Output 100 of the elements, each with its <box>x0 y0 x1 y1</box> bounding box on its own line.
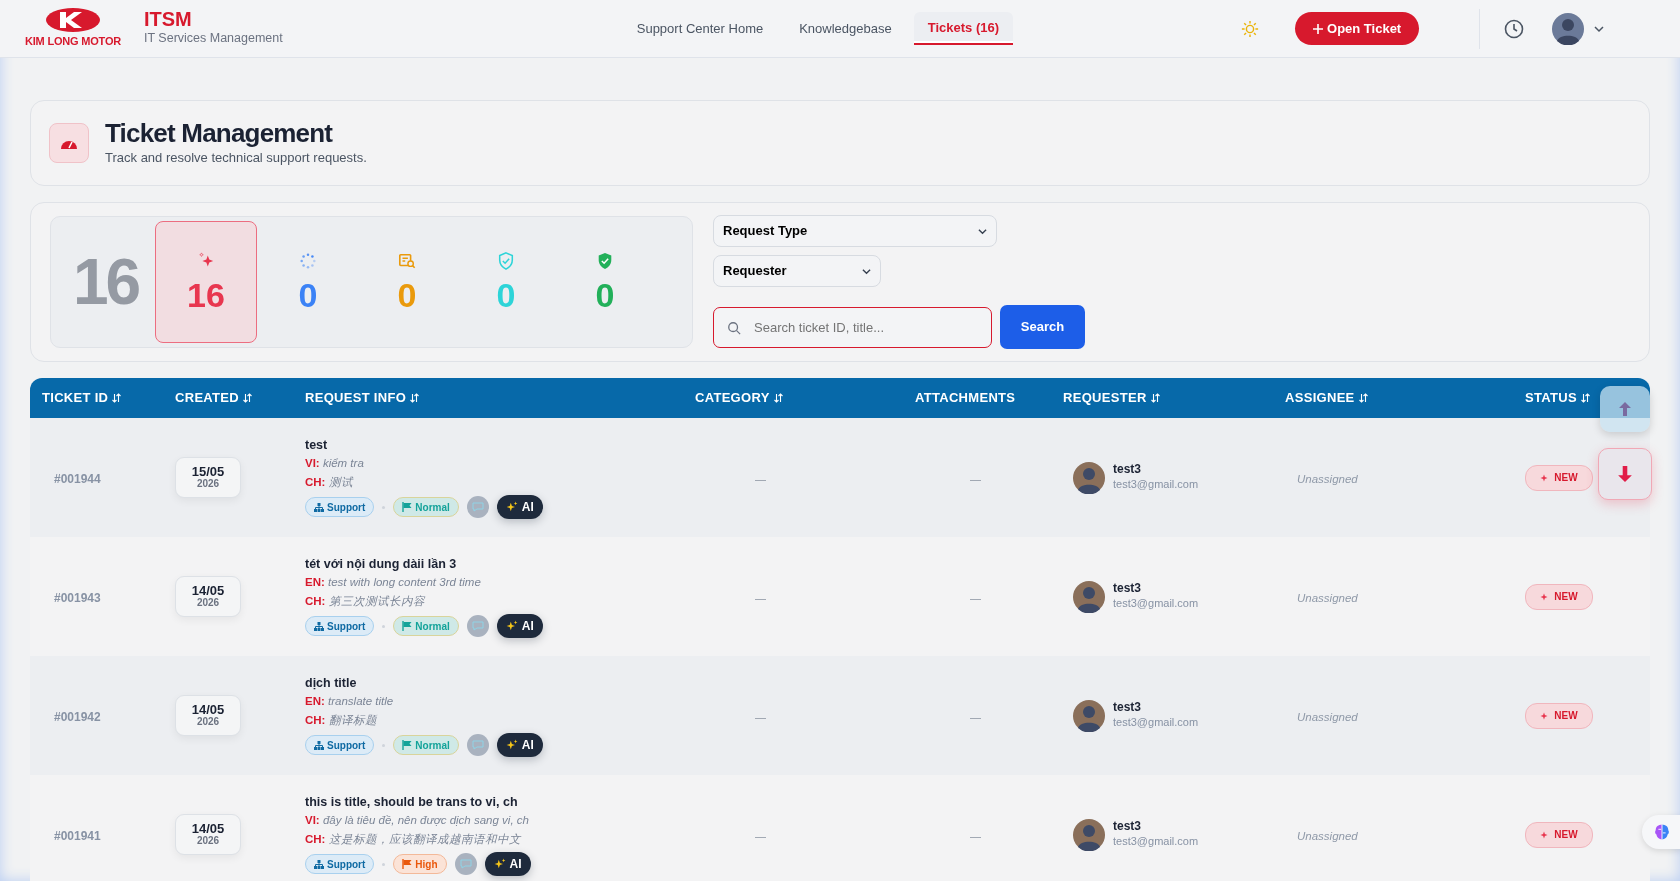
requester-email: test3@gmail.com <box>1113 714 1199 730</box>
filter-dropdown[interactable]: Requester <box>713 255 881 287</box>
brain-icon <box>1653 823 1671 841</box>
sort-icon[interactable] <box>773 393 783 403</box>
separator-dot <box>382 624 386 628</box>
type-tag: Support <box>305 854 375 875</box>
ai-button[interactable]: AI <box>496 614 543 639</box>
sort-icon[interactable] <box>1150 393 1160 403</box>
column-header[interactable]: STATUS <box>1525 388 1590 408</box>
date-day: 15/05 <box>191 465 225 480</box>
avatar-icon <box>1073 580 1105 613</box>
caret-icon <box>978 226 987 236</box>
column-header[interactable]: REQUEST INFO <box>305 388 420 408</box>
translation-line: CH: 翻译标题 <box>305 712 378 728</box>
assignee-cell: Unassigned <box>1297 829 1358 842</box>
scroll-up-button[interactable] <box>1600 386 1650 432</box>
stat-card[interactable]: 16 <box>155 221 257 343</box>
attachments-cell: — <box>970 591 981 604</box>
translation-line: VI: đây là tiêu đề, nên được dịch sang vi, ch <box>305 813 530 829</box>
open-ticket-button[interactable]: Open Ticket <box>1295 11 1420 46</box>
translation-line: VI: kiểm tra <box>305 456 365 472</box>
nav-link[interactable]: Knowledgebase <box>785 11 906 46</box>
avatar-icon <box>1073 699 1105 732</box>
scroll-down-button[interactable] <box>1598 448 1652 500</box>
hierarchy-icon <box>314 502 324 512</box>
page-subtitle: Track and resolve technical support requests. <box>105 148 367 167</box>
shield-check-icon <box>497 252 515 270</box>
ai-button[interactable]: AI <box>484 852 531 877</box>
requester-email: test3@gmail.com <box>1113 833 1199 849</box>
ticket-title[interactable]: test <box>305 435 695 455</box>
attachments-cell: — <box>970 472 981 485</box>
translation-line: CH: 第三次测试长内容 <box>305 593 426 609</box>
total-count: 16 <box>73 245 140 320</box>
translation-line: EN: test with long content 3rd time <box>305 575 482 591</box>
status-badge: NEW <box>1525 702 1593 729</box>
status-badge: NEW <box>1525 821 1593 848</box>
app-subtitle: IT Services Management <box>144 30 283 48</box>
priority-tag: Normal <box>393 616 459 637</box>
nav-link[interactable]: Support Center Home <box>622 11 778 46</box>
hierarchy-icon <box>314 740 324 750</box>
column-header[interactable]: CATEGORY <box>695 388 783 408</box>
sort-icon[interactable] <box>112 393 122 403</box>
type-tag: Support <box>305 735 375 756</box>
shield-check-icon <box>596 252 614 270</box>
date-day: 14/05 <box>191 703 225 718</box>
stat-count: 16 <box>187 278 225 312</box>
column-header[interactable]: REQUESTER <box>1063 388 1160 408</box>
ticket-title[interactable]: tét với nội dung dàii lần 3 <box>305 554 695 574</box>
date-year: 2026 <box>196 717 220 728</box>
column-header[interactable]: TICKET ID <box>42 388 122 408</box>
column-header[interactable]: ATTACHMENTS <box>915 388 1016 408</box>
arrow-down-icon <box>1618 466 1632 482</box>
ticket-title[interactable]: this is title, should be trans to vi, ch <box>305 792 695 812</box>
sort-icon[interactable] <box>1580 393 1590 403</box>
ai-button[interactable]: AI <box>496 495 543 520</box>
caret-icon[interactable] <box>1594 23 1605 34</box>
status-badge: NEW <box>1525 464 1593 491</box>
column-header[interactable]: ASSIGNEE <box>1285 388 1368 408</box>
category-cell: — <box>755 472 766 485</box>
sort-icon[interactable] <box>243 393 252 403</box>
category-cell: — <box>755 829 766 842</box>
column-header[interactable]: CREATED <box>175 388 252 408</box>
ticket-title[interactable]: dịch title <box>305 673 695 693</box>
type-tag: Support <box>305 616 375 637</box>
category-cell: — <box>755 710 766 723</box>
sort-icon[interactable] <box>410 393 420 403</box>
assignee-cell: Unassigned <box>1297 710 1358 723</box>
translation-line: CH: 测试 <box>305 474 355 490</box>
nav-link[interactable]: Tickets (16) <box>913 11 1013 46</box>
separator-dot <box>382 862 386 866</box>
stat-count: 0 <box>595 278 615 312</box>
requester-email: test3@gmail.com <box>1113 595 1199 611</box>
hierarchy-icon <box>314 859 324 869</box>
search-field[interactable]: Search ticket ID, title... <box>713 306 992 348</box>
filter-dropdown[interactable]: Request Type <box>713 215 997 247</box>
requester-name: test3 <box>1113 581 1142 595</box>
user-avatar[interactable] <box>1552 12 1585 45</box>
ai-button[interactable]: AI <box>496 733 543 758</box>
translation-line: CH: 这是标题，应该翻译成越南语和中文 <box>305 831 523 847</box>
date-year: 2026 <box>196 479 220 490</box>
translation-line: EN: translate title <box>305 694 395 710</box>
assignee-cell: Unassigned <box>1297 591 1358 604</box>
flag-icon <box>402 859 413 870</box>
sort-icon[interactable] <box>1358 393 1368 403</box>
clock-icon[interactable] <box>1504 18 1525 39</box>
priority-tag: Normal <box>393 497 459 518</box>
avatar-icon <box>1073 461 1105 494</box>
arrow-up-icon <box>1619 402 1631 416</box>
app-title: ITSM <box>144 9 193 30</box>
spinner-icon <box>299 252 317 270</box>
assistant-button[interactable] <box>1642 815 1680 849</box>
flag-icon <box>402 621 413 632</box>
category-cell: — <box>755 591 766 604</box>
requester-email: test3@gmail.com <box>1113 476 1199 492</box>
stat-card[interactable]: 0 <box>257 221 359 343</box>
requester-name: test3 <box>1113 462 1142 476</box>
flag-icon <box>402 740 413 751</box>
attachments-cell: — <box>970 829 981 842</box>
search-button[interactable]: Search <box>1000 305 1085 349</box>
stat-count: 0 <box>298 278 318 312</box>
